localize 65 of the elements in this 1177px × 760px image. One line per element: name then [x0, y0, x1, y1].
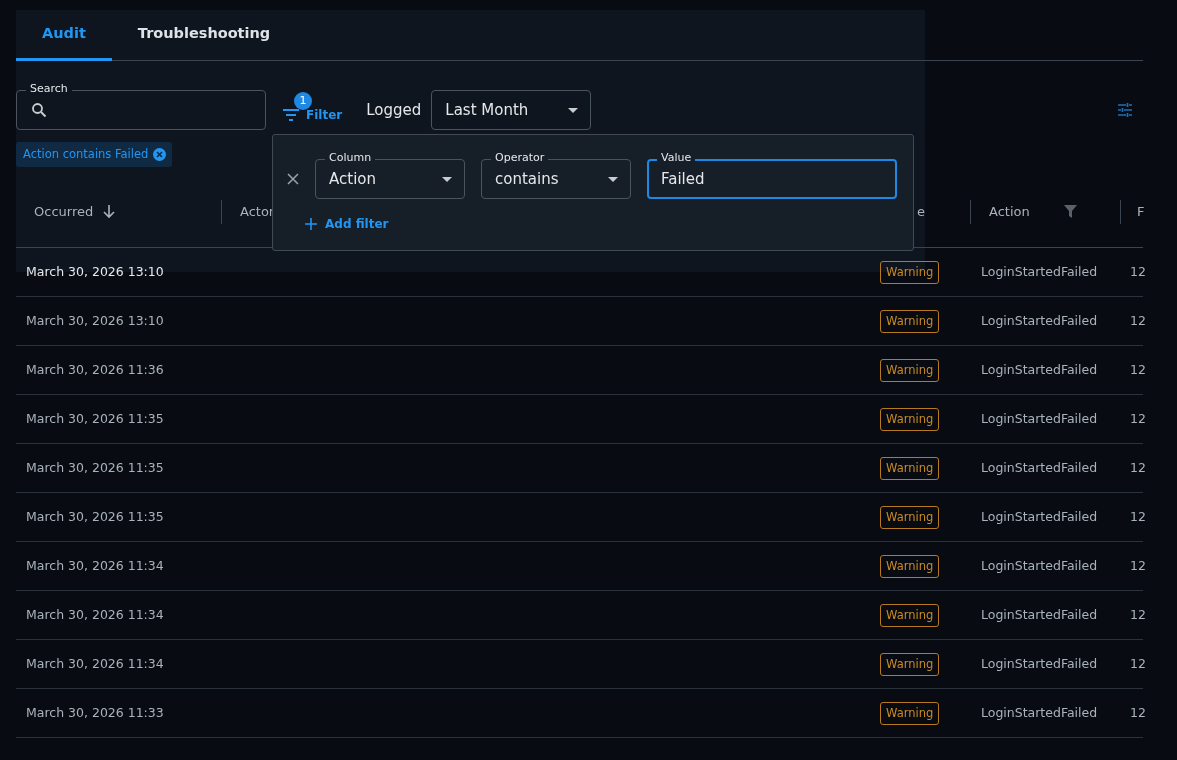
period-dropdown[interactable]: Last Month	[431, 90, 592, 130]
sort-arrow-icon[interactable]	[103, 204, 116, 219]
status-badge: Warning	[880, 407, 940, 431]
table-cell-text: LoginStartedFailed	[980, 311, 1099, 330]
status-badge: Warning	[880, 309, 940, 333]
remove-icon[interactable]	[153, 148, 167, 162]
table-cell-text: 12	[1129, 605, 1143, 624]
table-cell-text: March 30, 2026 11:34	[25, 654, 165, 673]
filter-button[interactable]: Filter 1	[282, 92, 343, 128]
table-cell-text: LoginStartedFailed	[980, 507, 1099, 526]
table-cell-text: March 30, 2026 13:10	[25, 311, 165, 330]
table-cell-text: LoginStartedFailed	[980, 556, 1099, 575]
table-cell-text: 12	[1129, 360, 1143, 379]
filter-icon	[282, 108, 300, 122]
table-cell-text: March 30, 2026 13:10	[25, 262, 165, 281]
column-header[interactable]: Action	[989, 202, 1030, 222]
table-cell-text: LoginStartedFailed	[980, 703, 1099, 722]
table-cell-text: 12	[1129, 556, 1143, 575]
column-header[interactable]: e	[917, 202, 925, 222]
table-cell-text: LoginStartedFailed	[980, 360, 1099, 379]
plus-icon	[305, 218, 317, 230]
table-cell-text: 12	[1129, 311, 1143, 330]
table-cell-text: 12	[1129, 654, 1143, 673]
table-cell-text: LoginStartedFailed	[980, 605, 1099, 624]
column-header[interactable]: Occurred	[34, 202, 94, 222]
column-header[interactable]: Actor	[240, 202, 275, 222]
table-cell-text: March 30, 2026 11:35	[25, 409, 165, 428]
status-badge: Warning	[880, 603, 940, 627]
status-badge: Warning	[880, 554, 940, 578]
filter-icon[interactable]	[1063, 205, 1077, 219]
status-badge: Warning	[880, 260, 940, 284]
table-cell-text: March 30, 2026 11:33	[25, 703, 165, 722]
status-badge: Warning	[880, 505, 940, 529]
status-badge: Warning	[880, 456, 940, 480]
table-cell-text: LoginStartedFailed	[980, 458, 1099, 477]
status-badge: Warning	[880, 358, 940, 382]
table-cell-text: 12	[1129, 507, 1143, 526]
add-filter-button[interactable]: Add filter	[305, 215, 389, 233]
caret-icon	[442, 176, 452, 182]
settings-icon[interactable]	[1117, 102, 1133, 118]
table-cell-text: March 30, 2026 11:36	[25, 360, 165, 379]
table-cell-text: March 30, 2026 11:35	[25, 458, 165, 477]
table-cell-text: LoginStartedFailed	[980, 409, 1099, 428]
status-badge: Warning	[880, 701, 940, 725]
field-label: Operator	[491, 151, 549, 165]
caret-icon	[568, 107, 579, 113]
status-badge: Warning	[880, 652, 940, 676]
table-cell-text: 12	[1129, 409, 1143, 428]
table-cell-text: March 30, 2026 11:34	[25, 556, 165, 575]
search-field[interactable]	[16, 90, 266, 130]
column-header[interactable]: F	[1137, 202, 1145, 222]
table-cell-text: 12	[1129, 703, 1143, 722]
filter-chip[interactable]: Action contains Failed	[16, 142, 173, 168]
close-icon[interactable]	[287, 173, 299, 185]
table-cell-text: March 30, 2026 11:35	[25, 507, 165, 526]
caret-icon	[608, 176, 618, 182]
logged-label: Logged	[366, 99, 422, 121]
table-cell-text: 12	[1129, 458, 1143, 477]
table-cell-text: 12	[1129, 262, 1143, 281]
table-cell-text: LoginStartedFailed	[980, 262, 1099, 281]
search-icon	[31, 102, 47, 118]
tab[interactable]: Audit	[16, 10, 112, 61]
tab[interactable]: Troubleshooting	[111, 10, 297, 61]
table-cell-text: LoginStartedFailed	[980, 654, 1099, 673]
table-cell-text: March 30, 2026 11:34	[25, 605, 165, 624]
